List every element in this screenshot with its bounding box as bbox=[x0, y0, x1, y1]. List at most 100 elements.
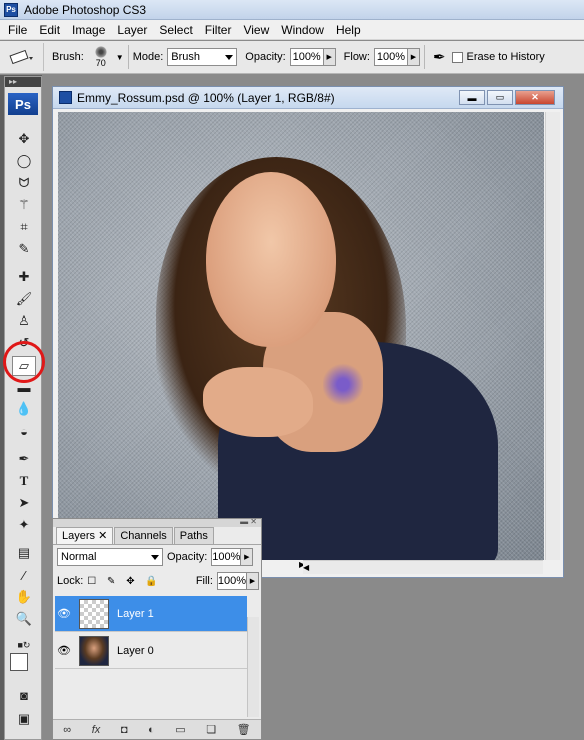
horizontal-scrollbar[interactable]: ◀ bbox=[303, 560, 543, 574]
opacity-slider-button[interactable]: ▶ bbox=[323, 48, 336, 66]
pen-tool-icon[interactable]: ✒ bbox=[12, 449, 36, 469]
blur-tool-icon[interactable]: 💧 bbox=[12, 399, 36, 419]
brush-tool-icon[interactable]: 🖌 bbox=[12, 289, 36, 309]
menu-select[interactable]: Select bbox=[153, 20, 198, 40]
type-tool-icon[interactable]: T bbox=[12, 471, 36, 491]
brush-label: Brush: bbox=[52, 51, 84, 63]
lock-row: Lock: ☐ ✎ ✥ 🔒 Fill: 100% ▶ bbox=[53, 569, 261, 593]
document-title: Emmy_Rossum.psd @ 100% (Layer 1, RGB/8#) bbox=[77, 90, 335, 105]
layer-name: Layer 0 bbox=[117, 644, 154, 657]
healing-brush-tool-icon[interactable]: ✚ bbox=[12, 267, 36, 287]
menu-filter[interactable]: Filter bbox=[199, 20, 238, 40]
tab-paths[interactable]: Paths bbox=[173, 527, 214, 544]
brush-dropdown-icon[interactable]: ▼ bbox=[116, 53, 124, 62]
menu-view[interactable]: View bbox=[237, 20, 275, 40]
portrait-hand bbox=[203, 367, 313, 437]
blend-row: Normal Opacity: 100% ▶ bbox=[53, 545, 261, 569]
menu-layer[interactable]: Layer bbox=[111, 20, 153, 40]
screen-mode-icon[interactable]: ▣ bbox=[12, 709, 36, 729]
highlight-circle bbox=[3, 341, 45, 383]
quick-mask-icon[interactable]: ◙ bbox=[12, 685, 36, 705]
maximize-button[interactable]: ▭ bbox=[487, 90, 513, 105]
slice-tool-icon[interactable]: ✎ bbox=[12, 239, 36, 259]
document-icon bbox=[59, 91, 72, 104]
shape-tool-icon[interactable]: ✦ bbox=[12, 515, 36, 535]
layer-opacity-input[interactable]: 100% bbox=[211, 548, 242, 566]
vertical-scrollbar[interactable] bbox=[545, 112, 560, 560]
default-colors-icon[interactable]: ■↻ bbox=[12, 635, 36, 655]
foreground-color-swatch[interactable] bbox=[10, 653, 28, 671]
divider bbox=[127, 45, 129, 69]
opacity-label: Opacity: bbox=[245, 51, 286, 63]
path-selection-tool-icon[interactable]: ➤ bbox=[12, 493, 36, 513]
dodge-tool-icon[interactable]: ◒ bbox=[12, 421, 36, 441]
crop-tool-icon[interactable]: ⌗ bbox=[12, 217, 36, 237]
menu-window[interactable]: Window bbox=[275, 20, 330, 40]
toolbox-grip[interactable]: ▸▸ bbox=[5, 77, 41, 87]
zoom-tool-icon[interactable]: 🔍 bbox=[12, 609, 36, 629]
fill-slider-button[interactable]: ▶ bbox=[246, 572, 259, 590]
minimize-button[interactable]: ▬ bbox=[459, 90, 485, 105]
image-canvas[interactable] bbox=[58, 112, 544, 560]
chevron-down-icon bbox=[225, 55, 234, 60]
visibility-eye-icon[interactable]: 👁 bbox=[55, 644, 73, 657]
chevron-down-icon bbox=[151, 555, 159, 560]
blend-mode-select[interactable]: Normal bbox=[57, 548, 163, 566]
layer-thumbnail bbox=[79, 635, 109, 666]
tab-channels[interactable]: Channels bbox=[114, 527, 173, 544]
erase-to-history-checkbox[interactable] bbox=[451, 51, 463, 63]
lasso-tool-icon[interactable]: ᗢ bbox=[12, 173, 36, 193]
menu-bar: File Edit Image Layer Select Filter View… bbox=[0, 20, 584, 40]
hand-tool-icon[interactable]: ✋ bbox=[12, 587, 36, 607]
menu-file[interactable]: File bbox=[2, 20, 33, 40]
eyedropper-tool-icon[interactable]: ⁄ bbox=[12, 565, 36, 585]
tool-preset-picker[interactable] bbox=[0, 43, 44, 71]
lock-icons[interactable]: ☐ ✎ ✥ 🔒 bbox=[87, 576, 162, 587]
layers-panel: ▬ ✕ Layers ✕ Channels Paths Normal Opaci… bbox=[52, 517, 262, 740]
layer-opacity-label: Opacity: bbox=[167, 551, 208, 563]
title-bar: Ps Adobe Photoshop CS3 bbox=[0, 0, 584, 20]
notes-tool-icon[interactable]: ▤ bbox=[12, 543, 36, 563]
link-layers-icon[interactable]: ∞ bbox=[63, 724, 71, 736]
panel-close-icon[interactable]: ▬ ✕ bbox=[240, 517, 257, 526]
layer-row[interactable]: 👁 Layer 1 bbox=[55, 596, 247, 632]
new-layer-icon[interactable]: ❏ bbox=[206, 723, 216, 736]
tab-layers[interactable]: Layers ✕ bbox=[56, 527, 114, 544]
opacity-input[interactable]: 100% bbox=[289, 48, 324, 66]
mode-select[interactable]: Brush bbox=[167, 48, 238, 66]
layer-style-icon[interactable]: fx bbox=[92, 724, 101, 736]
lock-label: Lock: bbox=[57, 575, 84, 587]
menu-help[interactable]: Help bbox=[330, 20, 367, 40]
marquee-tool-icon[interactable]: ◯ bbox=[12, 151, 36, 171]
options-bar: Brush: 70 ▼ Mode: Brush Opacity: 100% ▶ … bbox=[0, 41, 584, 74]
ps-logo-button[interactable]: Ps bbox=[8, 93, 38, 115]
brush-size: 70 bbox=[95, 58, 106, 68]
brush-picker[interactable]: 70 bbox=[88, 42, 114, 72]
fill-input[interactable]: 100% bbox=[216, 572, 247, 590]
adjustment-layer-icon[interactable]: ◐ bbox=[148, 724, 155, 736]
flow-slider-button[interactable]: ▶ bbox=[407, 48, 420, 66]
eraser-stroke-marks bbox=[323, 362, 363, 407]
brush-tip-icon bbox=[94, 46, 107, 58]
magic-wand-tool-icon[interactable]: ⚚ bbox=[12, 195, 36, 215]
airbrush-icon[interactable]: ✒ bbox=[433, 48, 446, 66]
stamp-tool-icon[interactable]: ♙ bbox=[12, 311, 36, 331]
visibility-eye-icon[interactable]: 👁 bbox=[55, 607, 73, 620]
document-title-bar[interactable]: Emmy_Rossum.psd @ 100% (Layer 1, RGB/8#)… bbox=[53, 87, 563, 109]
layer-mask-icon[interactable]: ◘ bbox=[121, 724, 128, 736]
layer-thumbnail bbox=[79, 598, 109, 629]
move-tool-icon[interactable]: ✥ bbox=[12, 129, 36, 149]
menu-image[interactable]: Image bbox=[66, 20, 111, 40]
new-group-icon[interactable]: ▭ bbox=[175, 723, 185, 736]
window-title: Adobe Photoshop CS3 bbox=[24, 2, 147, 17]
blend-mode-value: Normal bbox=[61, 551, 97, 563]
layers-scrollbar[interactable] bbox=[247, 617, 259, 717]
layer-row[interactable]: 👁 Layer 0 bbox=[55, 633, 247, 669]
panel-grip[interactable]: ▬ ✕ bbox=[53, 517, 261, 527]
delete-layer-icon[interactable]: 🗑 bbox=[237, 723, 251, 736]
close-button[interactable]: ✕ bbox=[515, 90, 555, 105]
layer-opacity-slider-button[interactable]: ▶ bbox=[241, 548, 254, 566]
mode-value: Brush bbox=[171, 51, 201, 63]
menu-edit[interactable]: Edit bbox=[33, 20, 66, 40]
flow-input[interactable]: 100% bbox=[373, 48, 408, 66]
